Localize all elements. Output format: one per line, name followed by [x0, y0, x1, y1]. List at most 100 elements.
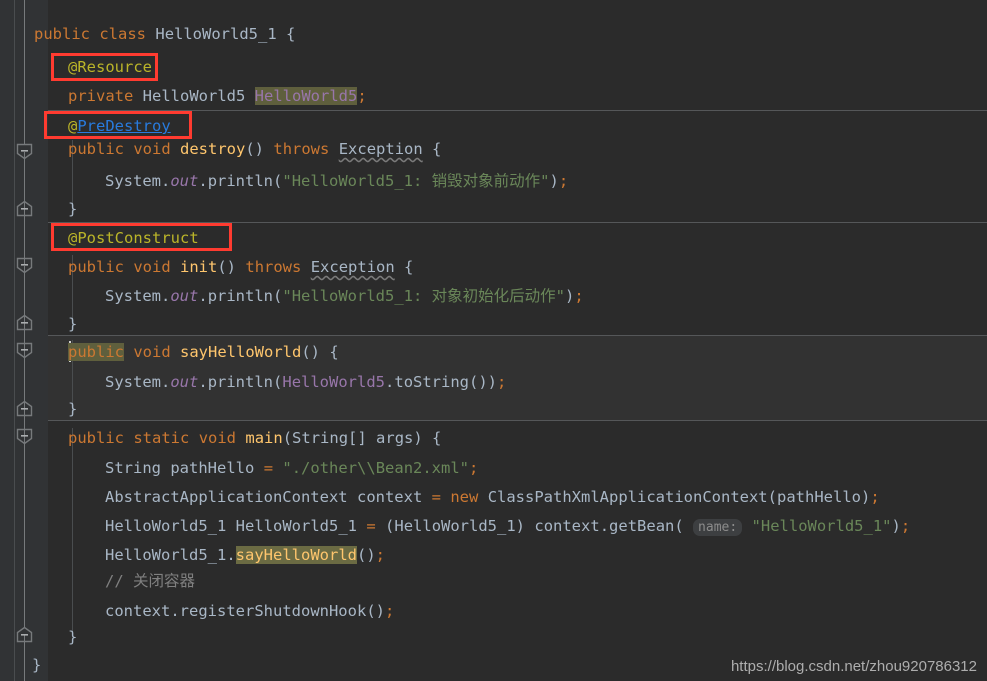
method-call-sayhelloworld: sayHelloWorld: [235, 546, 357, 564]
method-separator: [48, 110, 987, 111]
method-name-println: println: [207, 373, 274, 391]
code-line[interactable]: @Resource: [68, 57, 152, 77]
token-type: HelloWorld5: [142, 87, 246, 105]
token-keyword: public: [68, 258, 124, 276]
token-var-instance: HelloWorld5_1: [105, 546, 227, 564]
code-line[interactable]: }: [32, 655, 41, 675]
token-type-helloworld5-1: HelloWorld5_1: [105, 517, 227, 535]
token-keyword: static: [133, 429, 190, 447]
token-static-out: out: [170, 172, 199, 190]
code-line[interactable]: System.out.println("HelloWorld5_1: 销毁对象前…: [105, 171, 568, 191]
token-brace: {: [432, 429, 442, 447]
token-keyword: throws: [273, 140, 330, 158]
code-line[interactable]: System.out.println("HelloWorld5_1: 对象初始化…: [105, 286, 584, 306]
token-cast: (HelloWorld5_1): [385, 517, 526, 535]
token-field: HelloWorld5: [254, 87, 358, 105]
annotation-postconstruct: @PostConstruct: [68, 229, 199, 247]
token-param-args: args: [376, 429, 414, 447]
annotation-predestroy[interactable]: PreDestroy: [77, 117, 170, 135]
token-type-exception: Exception: [338, 140, 423, 158]
method-name-main: main: [245, 429, 283, 447]
code-line[interactable]: String pathHello = "./other\\Bean2.xml";: [105, 458, 478, 478]
token-type-classpathxmlappctx: ClassPathXmlApplicationContext: [487, 488, 768, 506]
token-keyword: void: [133, 258, 171, 276]
method-name-registershutdownhook: registerShutdownHook: [179, 602, 367, 620]
method-name-init: init: [180, 258, 218, 276]
token-keyword: class: [99, 25, 147, 43]
method-name-tostring: toString: [394, 373, 470, 391]
token-var-instance: HelloWorld5_1: [235, 517, 357, 535]
code-line[interactable]: public class HelloWorld5_1 {: [34, 24, 295, 44]
code-line[interactable]: public static void main(String[] args) {: [68, 428, 441, 448]
token-brace: }: [32, 656, 42, 674]
token-brace: {: [432, 140, 442, 158]
method-name-destroy: destroy: [180, 140, 246, 158]
annotation-resource: @Resource: [68, 58, 152, 76]
code-line[interactable]: context.registerShutdownHook();: [105, 601, 394, 621]
token-static-out: out: [170, 287, 199, 305]
code-line[interactable]: }: [68, 314, 77, 334]
code-line[interactable]: }: [68, 399, 77, 419]
token-type-string-array: String[]: [292, 429, 367, 447]
token-brace: {: [286, 25, 296, 43]
token-field-ref: HelloWorld5: [282, 373, 386, 391]
method-separator: [48, 335, 987, 336]
token-static-out: out: [170, 373, 199, 391]
token-keyword: throws: [245, 258, 302, 276]
token-system: System: [105, 172, 161, 190]
parameter-hint-name: name:: [693, 519, 743, 536]
token-semicolon: ;: [357, 87, 367, 105]
token-brace: }: [68, 200, 78, 218]
method-name-sayhelloworld: sayHelloWorld: [180, 343, 302, 361]
token-type-string: String: [105, 459, 161, 477]
token-keyword: public: [34, 25, 90, 43]
token-var-context: context: [105, 602, 171, 620]
comment-close-container: // 关闭容器: [105, 572, 195, 590]
code-line[interactable]: @PreDestroy: [68, 116, 171, 136]
token-keyword: private: [68, 87, 134, 105]
code-line[interactable]: }: [68, 627, 77, 647]
indent-guide: [72, 428, 73, 632]
token-brace: }: [68, 315, 78, 333]
code-line[interactable]: System.out.println(HelloWorld5.toString(…: [105, 372, 506, 392]
method-name-println: println: [207, 287, 274, 305]
code-editor-window: public class HelloWorld5_1 { @Resource p…: [0, 0, 987, 681]
token-brace: }: [68, 628, 78, 646]
code-line[interactable]: public void destroy() throws Exception {: [68, 139, 441, 159]
string-bean-name: "HelloWorld5_1": [751, 517, 892, 535]
token-parens: (): [245, 140, 265, 158]
token-system: System: [105, 287, 161, 305]
token-type-abstractappctx: AbstractApplicationContext: [105, 488, 348, 506]
token-type-exception: Exception: [310, 258, 395, 276]
code-line[interactable]: @PostConstruct: [68, 228, 199, 248]
token-keyword: void: [198, 429, 237, 447]
token-brace: {: [329, 343, 339, 361]
code-line[interactable]: }: [68, 199, 77, 219]
token-keyword: void: [133, 140, 171, 158]
annotation-at-sign: @: [68, 117, 78, 135]
code-line[interactable]: HelloWorld5_1 HelloWorld5_1 = (HelloWorl…: [105, 516, 910, 538]
editor-surface[interactable]: public class HelloWorld5_1 { @Resource p…: [0, 0, 987, 681]
string-bean-path: "./other\\Bean2.xml": [282, 459, 470, 477]
string-init-message: "HelloWorld5_1: 对象初始化后动作": [282, 287, 566, 305]
token-keyword-new: new: [450, 488, 479, 506]
token-keyword: public: [68, 429, 124, 447]
method-separator: [48, 222, 987, 223]
code-line[interactable]: public void init() throws Exception {: [68, 257, 413, 277]
token-var-pathhello: pathHello: [170, 459, 255, 477]
string-destroy-message: "HelloWorld5_1: 销毁对象前动作": [282, 172, 550, 190]
method-separator: [48, 420, 987, 421]
code-line[interactable]: HelloWorld5_1.sayHelloWorld();: [105, 545, 385, 565]
token-keyword: public: [68, 343, 124, 361]
token-brace: }: [68, 400, 78, 418]
code-line[interactable]: AbstractApplicationContext context = new…: [105, 487, 880, 507]
token-brace: {: [404, 258, 414, 276]
token-arg-pathhello: pathHello: [777, 488, 861, 506]
code-line[interactable]: public void sayHelloWorld() {: [68, 342, 339, 362]
method-name-getbean: getBean: [609, 517, 675, 535]
token-var-context: context: [356, 488, 423, 506]
token-keyword: public: [68, 140, 124, 158]
code-line[interactable]: // 关闭容器: [105, 571, 195, 591]
method-name-println: println: [207, 172, 274, 190]
code-line[interactable]: private HelloWorld5 HelloWorld5;: [68, 86, 367, 106]
